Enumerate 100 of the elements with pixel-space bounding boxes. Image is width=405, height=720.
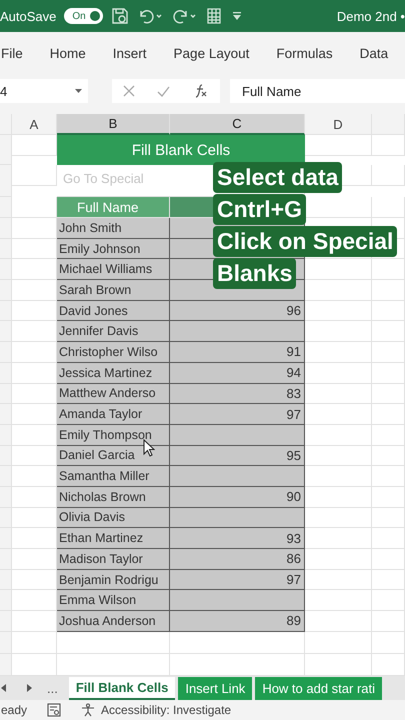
empty-cell <box>372 300 405 322</box>
table-cell: Michael Williams <box>57 259 170 280</box>
table-cell: Sarah Brown <box>57 280 170 301</box>
instruction-tooltip: Cntrl+G <box>213 194 306 225</box>
table-cell: 93 <box>170 528 305 549</box>
name-box[interactable]: 4 <box>0 79 88 103</box>
row-header[interactable] <box>0 321 12 342</box>
empty-cell <box>372 404 405 425</box>
table-cell: 97 <box>170 570 305 590</box>
row-header[interactable] <box>0 384 12 404</box>
scroll-left-icon[interactable] <box>1 684 6 692</box>
accessibility-icon[interactable] <box>81 703 96 717</box>
sheet-tab[interactable]: How to add star rati <box>255 676 382 700</box>
row-header[interactable] <box>0 197 12 218</box>
table-cell: Benjamin Rodrigu <box>57 570 170 590</box>
column-header[interactable]: C <box>170 114 305 135</box>
empty-cell <box>372 342 405 363</box>
empty-cell <box>372 632 405 654</box>
table-cell: Emma Wilson <box>57 590 170 612</box>
row-header[interactable] <box>0 590 12 612</box>
row-header[interactable] <box>0 280 12 301</box>
header-cell: Full Name <box>57 197 170 218</box>
row-header[interactable] <box>0 549 12 570</box>
empty-cell <box>372 135 405 156</box>
table-cell: 97 <box>170 404 305 425</box>
row-header[interactable] <box>0 466 12 487</box>
select-all-corner[interactable] <box>0 114 12 135</box>
more-sheets-button[interactable]: ... <box>47 680 58 696</box>
formula-input[interactable]: Full Name <box>230 79 405 103</box>
column-header[interactable]: D <box>305 114 372 135</box>
row-header[interactable] <box>0 654 12 676</box>
enter-icon[interactable] <box>157 86 170 96</box>
row-header[interactable] <box>0 342 12 363</box>
empty-cell <box>372 384 405 404</box>
row-header[interactable] <box>0 446 12 466</box>
table-cell: 91 <box>170 342 305 363</box>
table-cell: Christopher Wilso <box>57 342 170 363</box>
empty-cell <box>372 590 405 612</box>
row-header[interactable] <box>0 486 12 508</box>
empty-cell <box>372 197 405 218</box>
autosave-toggle[interactable]: On <box>64 8 103 24</box>
row-header[interactable] <box>0 300 12 322</box>
table-cell: David Jones <box>57 300 170 322</box>
empty-cell <box>372 280 405 301</box>
ribbon-tab[interactable]: File <box>1 46 23 60</box>
table-cell: Emily Thompson <box>57 424 170 446</box>
row-header[interactable] <box>0 611 12 632</box>
status-text: eady <box>1 703 28 717</box>
instruction-tooltip: Select data <box>213 162 342 193</box>
empty-cell <box>372 486 405 508</box>
row-header[interactable] <box>0 632 12 654</box>
scroll-right-icon[interactable] <box>27 684 32 692</box>
table-cell: Emily Johnson <box>57 238 170 260</box>
row-header[interactable] <box>0 238 12 260</box>
empty-cell <box>372 362 405 384</box>
row-header[interactable] <box>0 135 12 165</box>
row-header[interactable] <box>0 218 12 239</box>
dialog-title: Go To Special <box>63 171 144 186</box>
empty-cell <box>372 424 405 446</box>
ribbon-tab[interactable]: Data <box>360 46 388 60</box>
cancel-icon[interactable] <box>123 85 136 97</box>
column-header[interactable]: B <box>57 114 170 135</box>
table-cell: Amanda Taylor <box>57 404 170 425</box>
save-icon[interactable] <box>110 7 129 25</box>
redo-icon[interactable] <box>170 7 197 25</box>
row-header[interactable] <box>0 165 12 197</box>
dropdown-icon[interactable] <box>75 88 82 94</box>
sheet-tab[interactable]: Insert Link <box>178 676 252 700</box>
empty-cell <box>372 611 405 632</box>
empty-cell <box>372 508 405 528</box>
customize-icon[interactable] <box>230 10 243 22</box>
sheet-tab[interactable]: Fill Blank Cells <box>68 676 176 700</box>
row-header[interactable] <box>0 570 12 590</box>
accessibility-status[interactable]: Accessibility: Investigate <box>101 703 232 717</box>
table-icon[interactable] <box>204 7 223 25</box>
empty-cell <box>305 135 372 156</box>
table-cell: John Smith <box>57 218 170 239</box>
empty-cell <box>372 321 405 342</box>
ribbon-tab[interactable]: Home <box>50 46 86 60</box>
row-header[interactable] <box>0 404 12 425</box>
row-header[interactable] <box>0 528 12 549</box>
empty-cell <box>372 528 405 549</box>
row-header[interactable] <box>0 362 12 384</box>
ribbon-tab[interactable]: Insert <box>112 46 147 60</box>
empty-cell <box>372 549 405 570</box>
row-header[interactable] <box>0 508 12 528</box>
table-cell: Ethan Martinez <box>57 528 170 549</box>
row-header[interactable] <box>0 424 12 446</box>
table-cell: 86 <box>170 549 305 570</box>
table-cell: Nicholas Brown <box>57 486 170 508</box>
table-cell: Daniel Garcia <box>57 446 170 466</box>
table-cell: Madison Taylor <box>57 549 170 570</box>
column-header[interactable]: A <box>12 114 57 135</box>
ribbon-tab[interactable]: Formulas <box>276 46 333 60</box>
table-cell: Jessica Martinez <box>57 362 170 384</box>
ribbon-tab[interactable]: Page Layout <box>174 46 250 60</box>
table-cell: 90 <box>170 486 305 508</box>
macro-icon[interactable] <box>47 703 62 717</box>
row-header[interactable] <box>0 259 12 280</box>
column-header[interactable] <box>372 114 405 135</box>
